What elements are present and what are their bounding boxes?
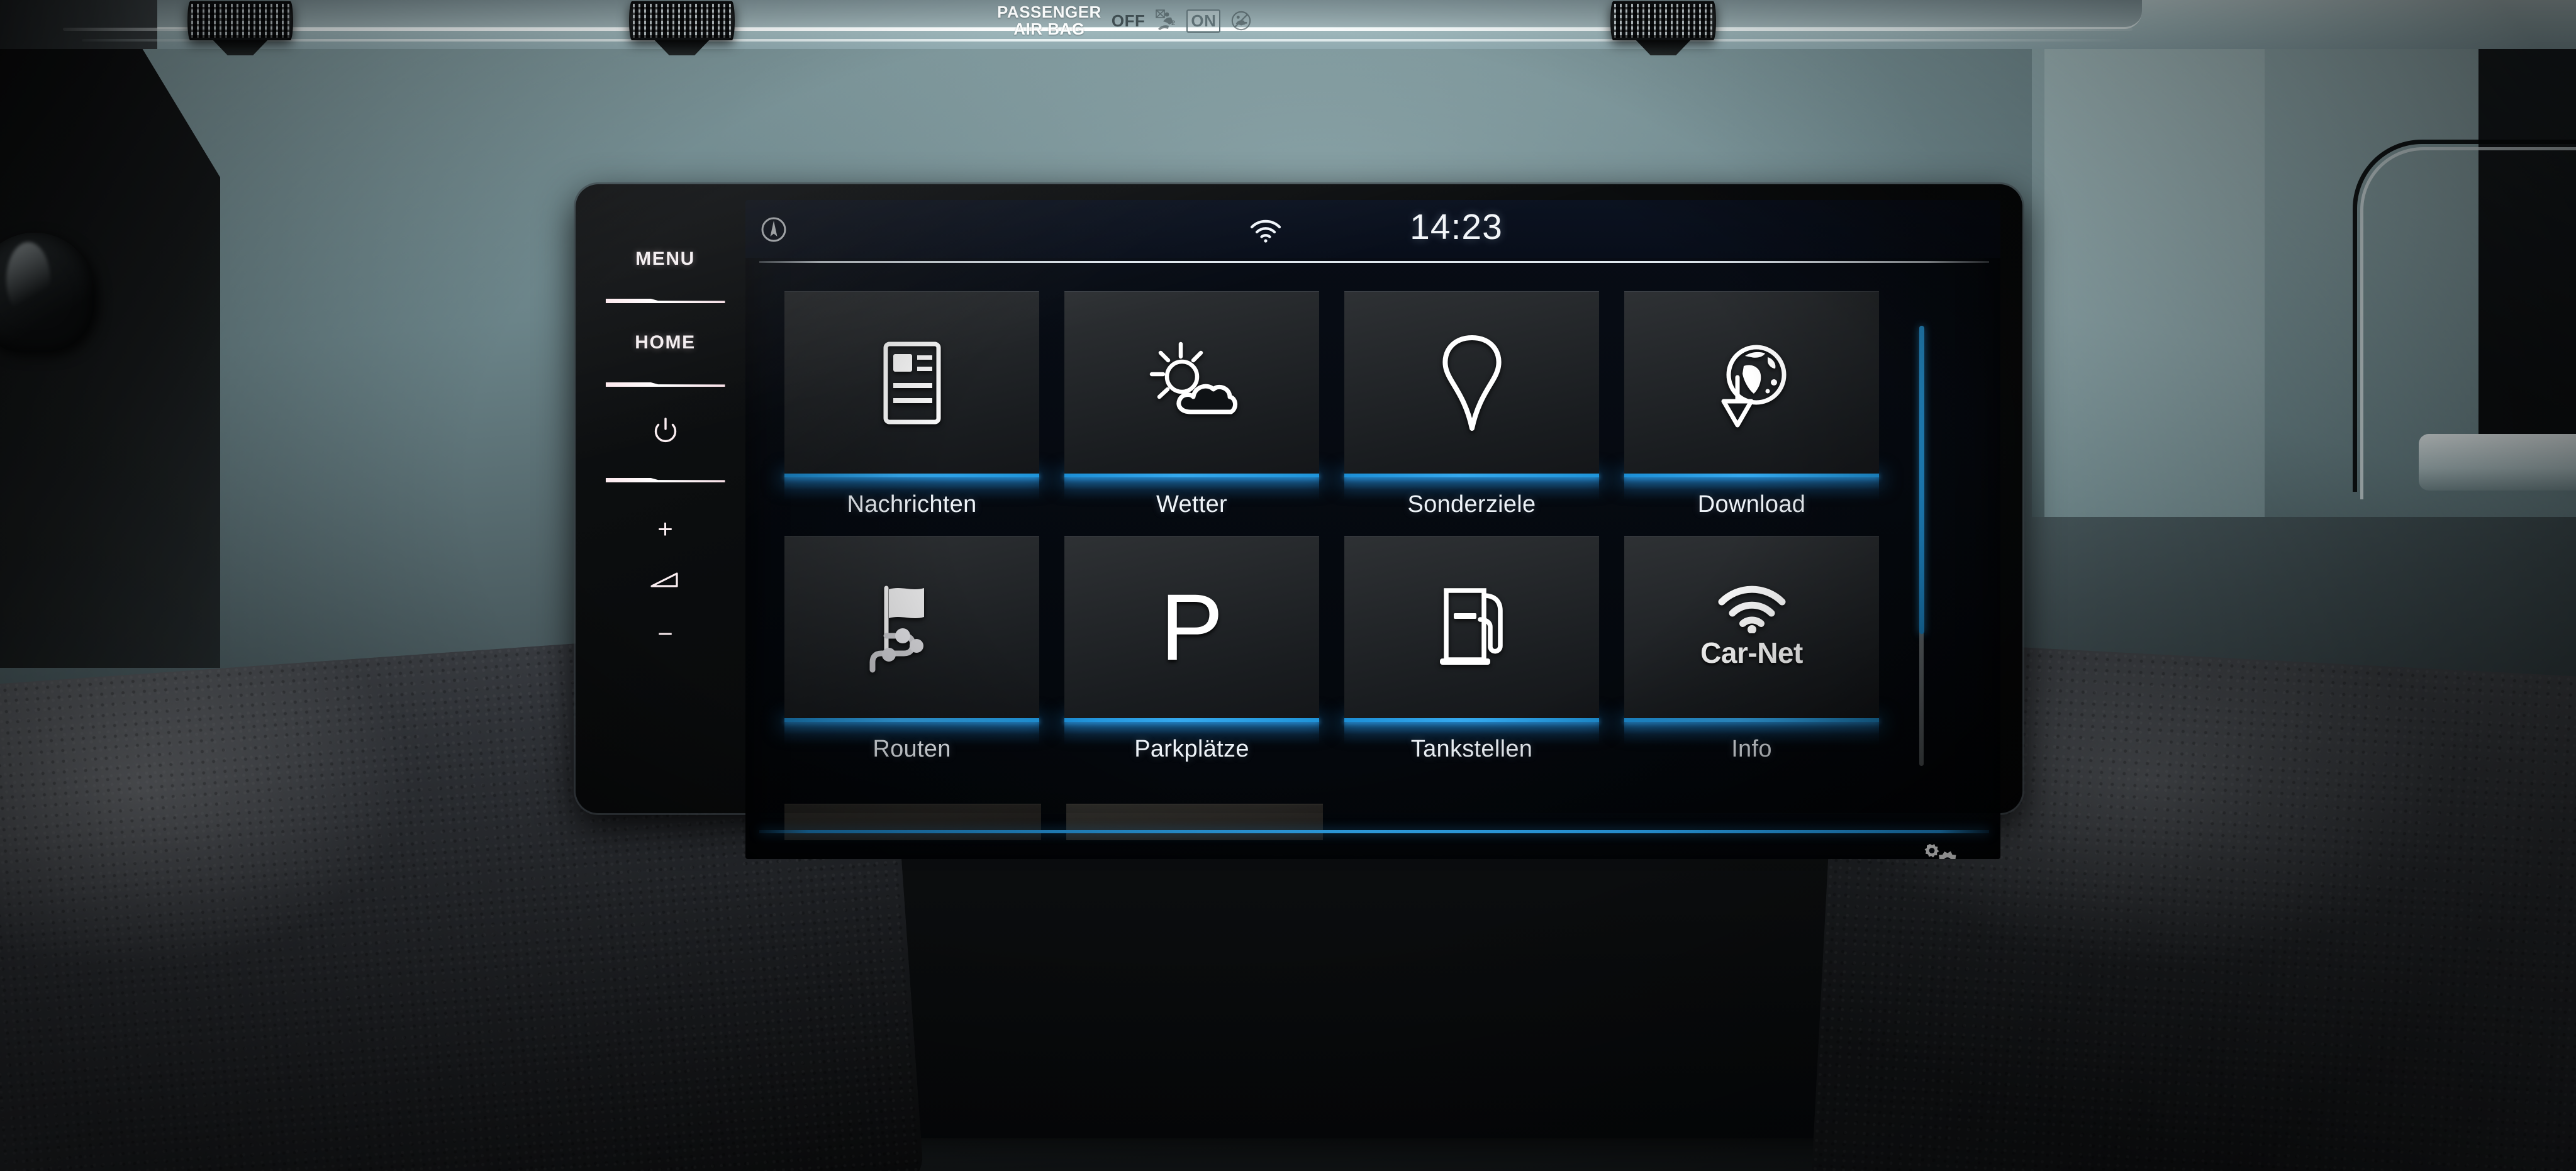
infotainment-head-unit: MENU HOME + − 14:23 Nachrichten Wetter S… <box>576 184 2022 859</box>
car-net-wordmark: Car-Net <box>1700 636 1803 669</box>
tile-face <box>1344 291 1599 474</box>
map-pin-icon <box>1442 335 1502 431</box>
hardkey-volume[interactable] <box>649 569 682 594</box>
tile-face <box>1344 536 1599 718</box>
hardkey-divider <box>605 299 725 303</box>
clock: 14:23 <box>1410 207 1503 247</box>
fuel-pump-icon <box>1439 587 1503 665</box>
passenger-airbag-indicator: PASSENGER AIR BAG OFF 2 ON <box>997 1 1400 40</box>
tile-tankstellen[interactable]: Tankstellen <box>1344 536 1599 763</box>
tile-row: Routen P Parkplätze Tankstellen Car-Net … <box>784 536 1879 763</box>
grid-bottom-divider <box>759 830 1989 833</box>
news-article-icon <box>883 341 940 424</box>
wifi-icon <box>1250 219 1281 243</box>
tile-face <box>784 291 1039 474</box>
svg-text:2: 2 <box>1171 19 1175 27</box>
tile-label: Parkplätze <box>1134 736 1249 762</box>
hardkey-volume-up[interactable]: + <box>657 514 673 544</box>
sun-cloud-icon <box>1149 341 1237 414</box>
airbag-label-line2: AIR BAG <box>1013 19 1085 38</box>
dashboard-chrome-accent <box>2419 434 2576 491</box>
tile-face <box>784 536 1039 718</box>
tile-face <box>1624 291 1879 474</box>
airbag-label-line1: PASSENGER <box>997 2 1101 21</box>
tile-row-partial <box>784 804 1879 840</box>
hardkey-home[interactable]: HOME <box>635 332 695 353</box>
tile-download[interactable]: Download <box>1624 291 1879 518</box>
passenger-airbag-label: PASSENGER AIR BAG <box>997 2 1101 38</box>
tile-face <box>1064 291 1319 474</box>
air-vent-left[interactable] <box>187 1 293 40</box>
tile-face: Car-Net <box>1624 536 1879 718</box>
volume-icon <box>650 572 678 587</box>
status-bar-divider <box>759 261 1989 263</box>
compass-icon <box>761 217 786 242</box>
dashboard-left-trim <box>0 39 220 668</box>
air-vent-center-right[interactable] <box>1610 1 1716 40</box>
tile-partial[interactable] <box>1066 804 1323 840</box>
hardkey-divider <box>605 478 725 482</box>
route-flag-icon <box>869 586 924 672</box>
hardkey-divider <box>605 382 725 387</box>
dashboard-right-panel-inner <box>2044 39 2265 517</box>
tile-parkplaetze[interactable]: P Parkplätze <box>1064 536 1319 763</box>
tile-label: Routen <box>873 736 951 762</box>
parking-p-glyph: P <box>1160 574 1224 680</box>
tile-row: Nachrichten Wetter Sonderziele Download <box>784 291 1879 518</box>
status-bar: 14:23 <box>745 200 2000 258</box>
hardkey-volume-down[interactable]: − <box>657 619 673 649</box>
wifi-icon-wrapper <box>1249 218 1283 246</box>
tile-sonderziele[interactable]: Sonderziele <box>1344 291 1599 518</box>
tile-partial[interactable] <box>784 804 1041 840</box>
tile-label: Sonderziele <box>1407 491 1536 518</box>
tile-label: Wetter <box>1156 491 1228 518</box>
settings-button[interactable] <box>1910 836 1971 859</box>
airbag-deactivated-child-seat-icon: 2 <box>1156 9 1175 30</box>
scrollbar-thumb[interactable] <box>1919 326 1924 634</box>
dashboard-scene: PASSENGER AIR BAG OFF 2 ON MENU HOME + −… <box>0 0 2576 1171</box>
compass-icon-wrapper[interactable] <box>759 215 788 247</box>
tile-nachrichten[interactable]: Nachrichten <box>784 291 1039 518</box>
tile-label: Nachrichten <box>847 491 977 518</box>
air-vent-center-left[interactable] <box>629 1 735 40</box>
power-icon <box>654 418 676 443</box>
globe-download-icon <box>1721 345 1786 427</box>
tile-info[interactable]: Car-Net Info <box>1624 536 1879 763</box>
app-tile-grid: Nachrichten Wetter Sonderziele Download … <box>784 291 1879 763</box>
tile-label: Download <box>1697 491 1806 518</box>
tile-label: Info <box>1731 736 1772 762</box>
upper-dashboard-left-dark <box>0 0 157 49</box>
hardkey-power[interactable] <box>651 417 680 449</box>
tile-wetter[interactable]: Wetter <box>1064 291 1319 518</box>
gear-shifter-highlight <box>6 242 50 318</box>
tile-face: P <box>1064 536 1319 718</box>
lcd-display: 14:23 Nachrichten Wetter Sonderziele Dow… <box>745 200 2000 859</box>
gears-settings-icon <box>1924 844 1956 859</box>
hardkey-column: MENU HOME + − <box>585 216 745 769</box>
airbag-off-label: OFF <box>1111 11 1146 30</box>
wifi-icon <box>1718 586 1785 633</box>
hardkey-menu[interactable]: MENU <box>635 248 695 270</box>
tile-label: Tankstellen <box>1410 736 1533 762</box>
tile-routen[interactable]: Routen <box>784 536 1039 763</box>
airbag-active-no-child-seat-icon <box>1232 11 1251 31</box>
grid-row-spacer <box>784 518 1879 536</box>
airbag-on-label: ON <box>1186 9 1221 33</box>
